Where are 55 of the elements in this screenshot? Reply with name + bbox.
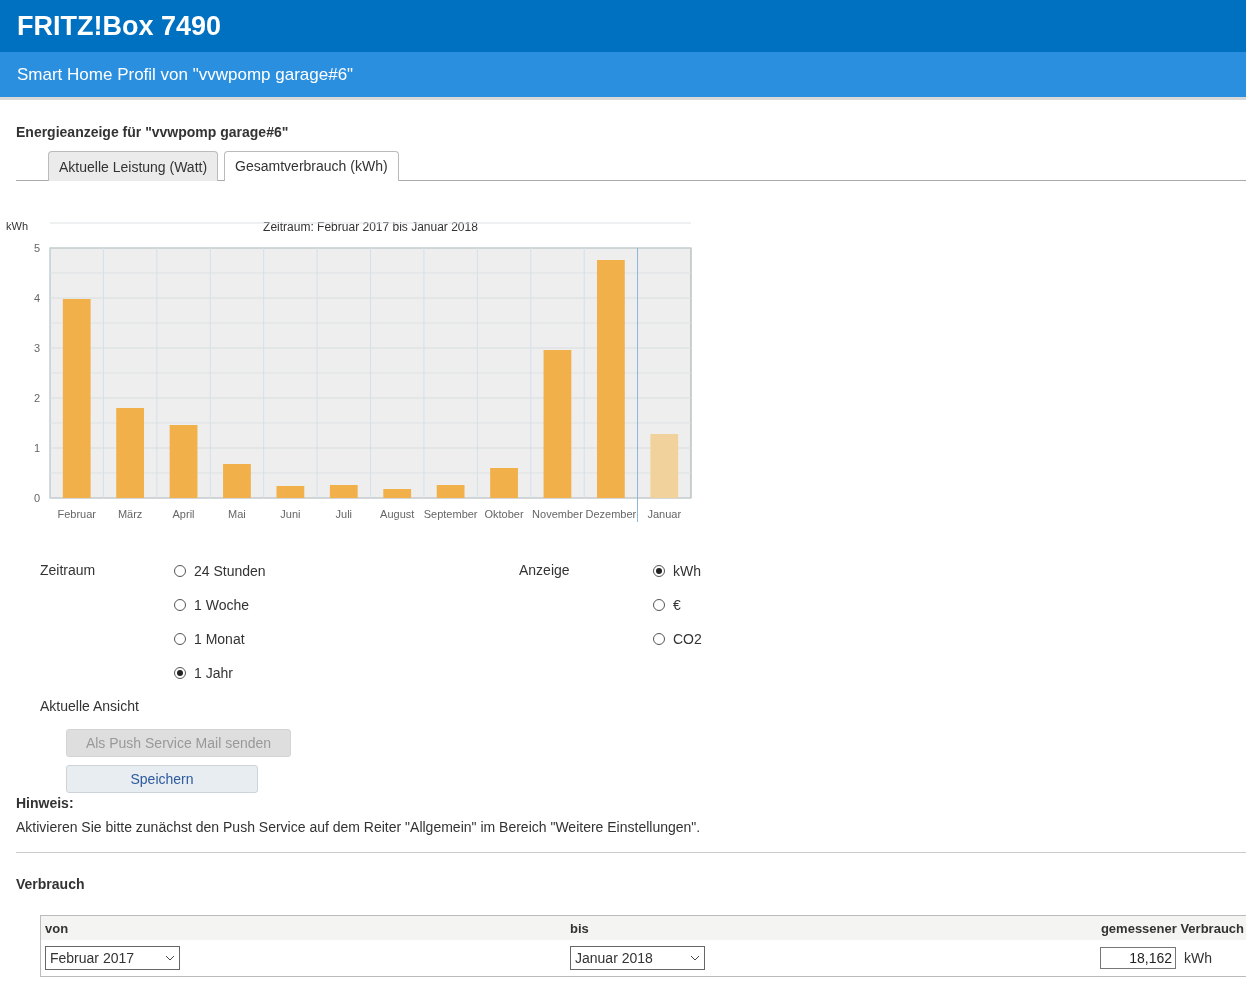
radio-label: €: [673, 597, 681, 613]
bar: [650, 434, 679, 498]
section-title: Verbrauch: [16, 876, 86, 892]
from-dropdown[interactable]: Februar 2017: [45, 946, 180, 970]
x-tick-label: September: [423, 508, 478, 520]
unit-label: kWh: [1184, 950, 1212, 966]
column-header: gemessener Verbrauch: [1099, 921, 1245, 936]
axis-unit-label: kWh: [6, 220, 28, 232]
save-button[interactable]: Speichern: [66, 765, 258, 793]
y-tick-label: 4: [33, 292, 40, 304]
option-group-label: Anzeige: [519, 562, 571, 580]
note-title: Hinweis:: [16, 795, 75, 811]
y-tick-label: 3: [33, 342, 40, 354]
caret-icon: [690, 955, 700, 961]
bar: [436, 485, 465, 498]
radio-label: 24 Stunden: [194, 563, 266, 579]
section-title: Energieanzeige für "vvwpomp garage#6": [16, 124, 290, 140]
bar: [329, 485, 358, 498]
option-group-label: Zeitraum: [40, 562, 97, 580]
column-header: von: [45, 921, 70, 936]
bar: [490, 468, 518, 498]
radio-label: CO2: [673, 631, 702, 647]
y-tick-label: 5: [33, 242, 40, 254]
x-tick-label: Juni: [280, 508, 301, 520]
chart-title: Zeitraum: Februar 2017 bis Januar 2018: [263, 220, 478, 234]
x-tick-label: August: [380, 508, 415, 520]
radio-label: 1 Monat: [194, 631, 245, 647]
x-tick-label: Januar: [647, 508, 682, 520]
x-tick-label: März: [117, 508, 143, 520]
tab[interactable]: Gesamtverbrauch (kWh): [224, 151, 399, 181]
note-text: Aktivieren Sie bitte zunächst den Push Service auf dem Reiter "Allgemein" im Bereich "Weitere Einstellungen".: [16, 819, 702, 835]
view-label: Aktuelle Ansicht: [39, 698, 140, 714]
x-tick-label: April: [172, 508, 195, 520]
bar: [223, 464, 251, 498]
bar: [383, 489, 412, 498]
y-tick-label: 0: [33, 492, 40, 504]
radio-label: 1 Woche: [194, 597, 249, 613]
x-tick-label: Mai: [228, 508, 246, 520]
app-title: FRITZ!Box 7490: [17, 10, 222, 42]
bar: [276, 486, 305, 498]
to-dropdown[interactable]: Januar 2018: [570, 946, 705, 970]
x-tick-label: Dezember: [585, 508, 637, 520]
caret-icon: [165, 955, 175, 961]
x-tick-label: November: [532, 508, 583, 520]
tab[interactable]: Aktuelle Leistung (Watt): [48, 151, 219, 181]
y-tick-label: 2: [33, 392, 40, 404]
y-tick-label: 1: [33, 442, 40, 454]
x-tick-label: Juli: [335, 508, 353, 520]
x-tick-label: Februar: [57, 508, 96, 520]
consumption-field[interactable]: 18,162: [1100, 947, 1176, 969]
radio-label: 1 Jahr: [194, 665, 233, 681]
radio-label: kWh: [673, 563, 701, 579]
column-header: bis: [570, 921, 590, 936]
x-tick-label: Oktober: [484, 508, 524, 520]
page-title: Smart Home Profil von "vvwpomp garage#6": [17, 64, 354, 85]
